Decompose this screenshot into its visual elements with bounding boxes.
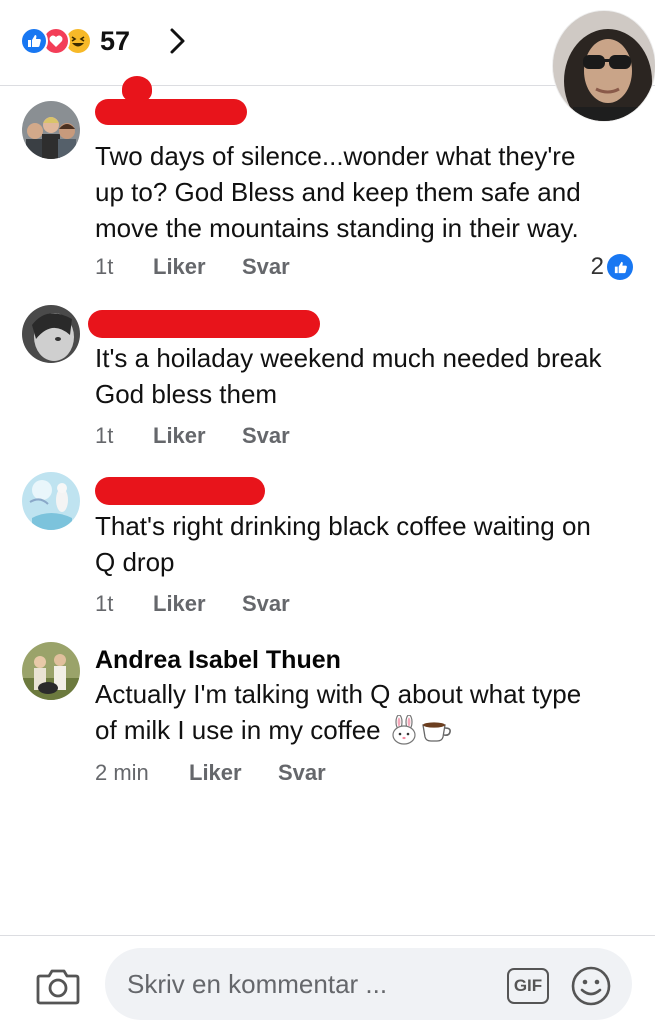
redaction-stroke xyxy=(122,76,152,102)
redacted-author-name xyxy=(95,477,265,505)
reply-button[interactable]: Svar xyxy=(278,760,326,786)
like-icon xyxy=(607,254,633,280)
like-button[interactable]: Liker xyxy=(153,423,242,449)
redacted-author-name xyxy=(95,99,247,125)
chevron-right-icon[interactable] xyxy=(166,27,190,55)
like-button[interactable]: Liker xyxy=(153,254,242,280)
commenter-avatar[interactable] xyxy=(22,472,80,530)
commenter-avatar[interactable] xyxy=(22,642,80,700)
comment-text: Actually I'm talking with Q about what t… xyxy=(95,679,582,745)
comment-actions: 1t Liker Svar xyxy=(95,253,290,281)
comment-author-name[interactable]: Andrea Isabel Thuen xyxy=(95,646,341,675)
reply-button[interactable]: Svar xyxy=(242,254,290,280)
comment-timestamp: 1t xyxy=(95,423,114,448)
comment-timestamp: 1t xyxy=(95,254,114,279)
comment-actions: 1t Liker Svar xyxy=(95,422,290,450)
reaction-count: 57 xyxy=(100,25,131,56)
like-count-number: 2 xyxy=(590,253,604,280)
reactions-header: 57 xyxy=(0,0,655,122)
comment-timestamp: 1t xyxy=(95,591,114,616)
reply-button[interactable]: Svar xyxy=(242,423,290,449)
gif-button[interactable]: GIF xyxy=(507,968,549,1004)
reaction-summary[interactable]: 57 xyxy=(20,26,130,56)
emoji-smiley-icon[interactable] xyxy=(570,965,612,1007)
comment-composer: GIF xyxy=(0,935,655,1024)
commenter-avatar[interactable] xyxy=(22,101,80,159)
comment-input[interactable] xyxy=(127,962,487,1006)
comment-actions: 2 min Liker Svar xyxy=(95,759,326,787)
comment-timestamp: 2 min xyxy=(95,760,149,785)
viewer-profile-picture[interactable] xyxy=(552,10,655,122)
comment-like-count[interactable]: 2 xyxy=(591,253,633,281)
redacted-author-name xyxy=(88,310,320,338)
comment-text: Two days of silence...wonder what they'r… xyxy=(95,141,581,243)
comment-input-container[interactable]: GIF xyxy=(105,948,632,1020)
reply-button[interactable]: Svar xyxy=(242,591,290,617)
comment-text: It's a hoiladay weekend much needed brea… xyxy=(95,343,602,409)
like-button[interactable]: Liker xyxy=(189,760,278,786)
camera-icon[interactable] xyxy=(36,966,80,1006)
comment-text: That's right drinking black coffee waiti… xyxy=(95,511,591,577)
like-button[interactable]: Liker xyxy=(153,591,242,617)
rabbit-face-emoji xyxy=(392,715,416,745)
like-icon xyxy=(20,27,48,55)
comment-actions: 1t Liker Svar xyxy=(95,590,290,618)
hot-beverage-emoji xyxy=(421,722,451,742)
commenter-avatar[interactable] xyxy=(22,305,80,363)
